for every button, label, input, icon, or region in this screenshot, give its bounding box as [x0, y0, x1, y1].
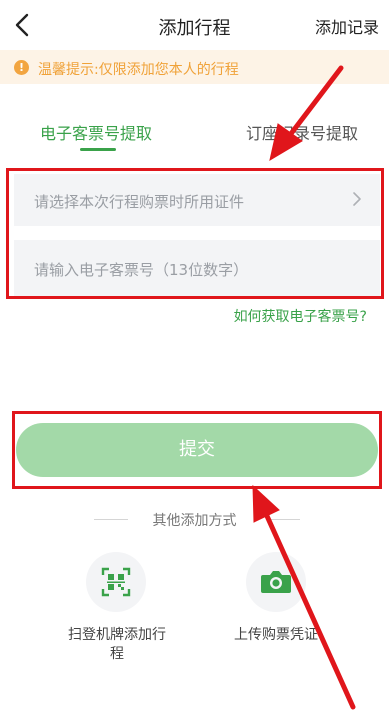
camera-icon: [261, 571, 291, 593]
help-link[interactable]: 如何获取电子客票号?: [234, 306, 367, 326]
divider-right: [266, 519, 300, 520]
warning-icon: !: [14, 60, 29, 75]
notice-text: 温馨提示:仅限添加您本人的行程: [38, 62, 239, 78]
add-record-link[interactable]: 添加记录: [315, 14, 379, 38]
highlight-box-submit: [12, 411, 382, 489]
scan-icon: [101, 567, 131, 597]
highlight-box-form: [6, 168, 384, 299]
upload-voucher-button[interactable]: [246, 552, 306, 612]
tab-active-indicator: [80, 148, 116, 151]
scan-option-label: 扫登机牌添加行程: [68, 627, 166, 662]
other-methods-title: 其他添加方式: [152, 513, 237, 529]
annotation-arrows: [252, 65, 356, 710]
tab-booking-record[interactable]: 订座记录号提取: [246, 120, 358, 144]
scan-boarding-pass-button[interactable]: [86, 552, 146, 612]
upload-option-label: 上传购票凭证: [234, 627, 318, 643]
tab-ticket-number[interactable]: 电子客票号提取: [40, 120, 152, 144]
